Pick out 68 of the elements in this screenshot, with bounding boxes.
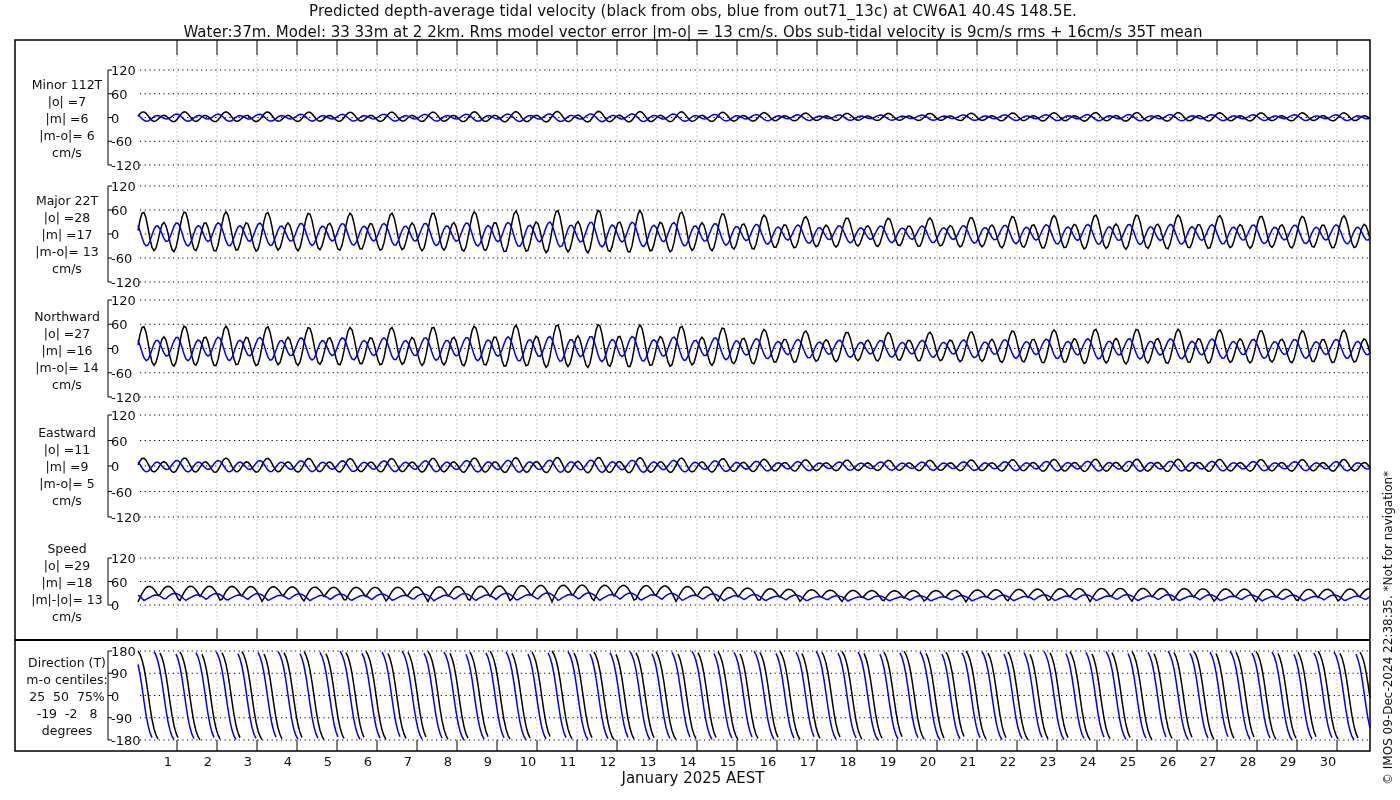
axis-tick-label: 120 — [111, 63, 136, 78]
axis-tick-label: 1 — [163, 754, 173, 769]
axis-tick-label: 120 — [111, 293, 136, 308]
axis-tick-label: -60 — [111, 365, 133, 381]
axis-tick-label: -120 — [111, 390, 141, 405]
axis-tick-label: 90 — [111, 666, 128, 682]
axis-tick-label: 0 — [111, 459, 120, 474]
axis-tick-label: 60 — [111, 317, 128, 333]
axis-tick-label: -120 — [111, 158, 141, 173]
axis-tick-label: 180 — [111, 644, 136, 659]
axis-tick-label: 28 — [1239, 754, 1257, 769]
axis-tick-label: 15 — [719, 754, 737, 769]
axis-tick-label: 29 — [1279, 754, 1297, 769]
axis-tick-label: 120 — [111, 408, 136, 423]
panel-label: Direction (T) m-o centiles: 25 50 75% -19 -2 8 degrees — [26, 655, 108, 738]
axis-tick-label: 10 — [519, 754, 537, 769]
axis-tick-label: 14 — [679, 754, 697, 769]
axis-tick-label: 0 — [111, 688, 120, 704]
axis-tick-label: -60 — [111, 484, 133, 500]
axis-tick-label: 12 — [599, 754, 617, 769]
axis-tick-label: 60 — [111, 433, 128, 449]
axis-tick-label: -90 — [111, 710, 133, 726]
axis-tick-label: 24 — [1079, 754, 1097, 769]
axis-tick-label: 17 — [799, 754, 817, 769]
axis-tick-label: 21 — [959, 754, 977, 769]
axis-tick-label: -60 — [111, 251, 133, 266]
axis-tick-label: -60 — [111, 134, 133, 150]
axis-tick-label: 60 — [111, 203, 128, 218]
axis-tick-label: 120 — [111, 551, 136, 566]
axis-tick-label: 20 — [919, 754, 937, 769]
axis-tick-label: 8 — [443, 754, 453, 769]
axis-tick-label: -180 — [111, 733, 141, 748]
chart-title: Water:37m. Model: 33 33m at 2 2km. Rms model vector error |m-o| = 13 cm/s. Obs sub-tidal velocity is 9cm/s rms + 16cm/s 35T mean — [183, 23, 1203, 41]
panel-label: Minor 112T |o| =7 |m| =6 |m-o|= 6 cm/s — [31, 77, 103, 160]
panel-label: Eastward |o| =11 |m| =9 |m-o|= 5 cm/s — [38, 425, 96, 508]
axis-tick-label: -120 — [111, 275, 141, 290]
axis-tick-label: 22 — [999, 754, 1017, 769]
axis-tick-label: 0 — [111, 110, 120, 126]
axis-tick-label: 13 — [639, 754, 657, 769]
axis-tick-label: 0 — [111, 227, 120, 242]
axis-tick-label: 60 — [111, 86, 128, 102]
axis-tick-label: 23 — [1039, 754, 1057, 769]
axis-tick-label: -120 — [111, 510, 141, 525]
axis-title: January 2025 AEST — [621, 769, 765, 787]
axis-tick-label: 4 — [283, 754, 293, 769]
axis-tick-label: 0 — [111, 598, 120, 613]
footnote: © IMOS 09-Dec-2024 22:38:35. *Not for navigation* — [1381, 470, 1395, 785]
chart-title: Predicted depth-average tidal velocity (black from obs, blue from out71_13c) at CW6A1 40.4S 148.5E. — [309, 2, 1077, 20]
axis-tick-label: 3 — [243, 754, 253, 769]
axis-tick-label: 26 — [1159, 754, 1177, 769]
axis-tick-label: 9 — [483, 754, 493, 769]
axis-tick-label: 30 — [1319, 754, 1337, 769]
axis-tick-label: 5 — [323, 754, 333, 769]
axis-tick-label: 0 — [111, 341, 120, 357]
axis-tick-label: 6 — [363, 754, 373, 769]
axis-tick-label: 19 — [879, 754, 897, 769]
panel-label: Major 22T |o| =28 |m| =17 |m-o|= 13 cm/s — [35, 193, 99, 276]
panel-label: Northward |o| =27 |m| =16 |m-o|= 14 cm/s — [34, 309, 100, 392]
axis-tick-label: 7 — [403, 754, 413, 769]
axis-tick-label: 25 — [1119, 754, 1137, 769]
axis-tick-label: 11 — [559, 754, 577, 769]
axis-tick-label: 2 — [203, 754, 213, 769]
axis-tick-label: 16 — [759, 754, 777, 769]
axis-tick-label: 27 — [1199, 754, 1217, 769]
panel-label: Speed |o| =29 |m| =18 |m|-|o|= 13 cm/s — [31, 541, 103, 624]
axis-tick-label: 18 — [839, 754, 857, 769]
axis-tick-label: 60 — [111, 574, 128, 590]
axis-tick-label: 120 — [111, 179, 136, 194]
